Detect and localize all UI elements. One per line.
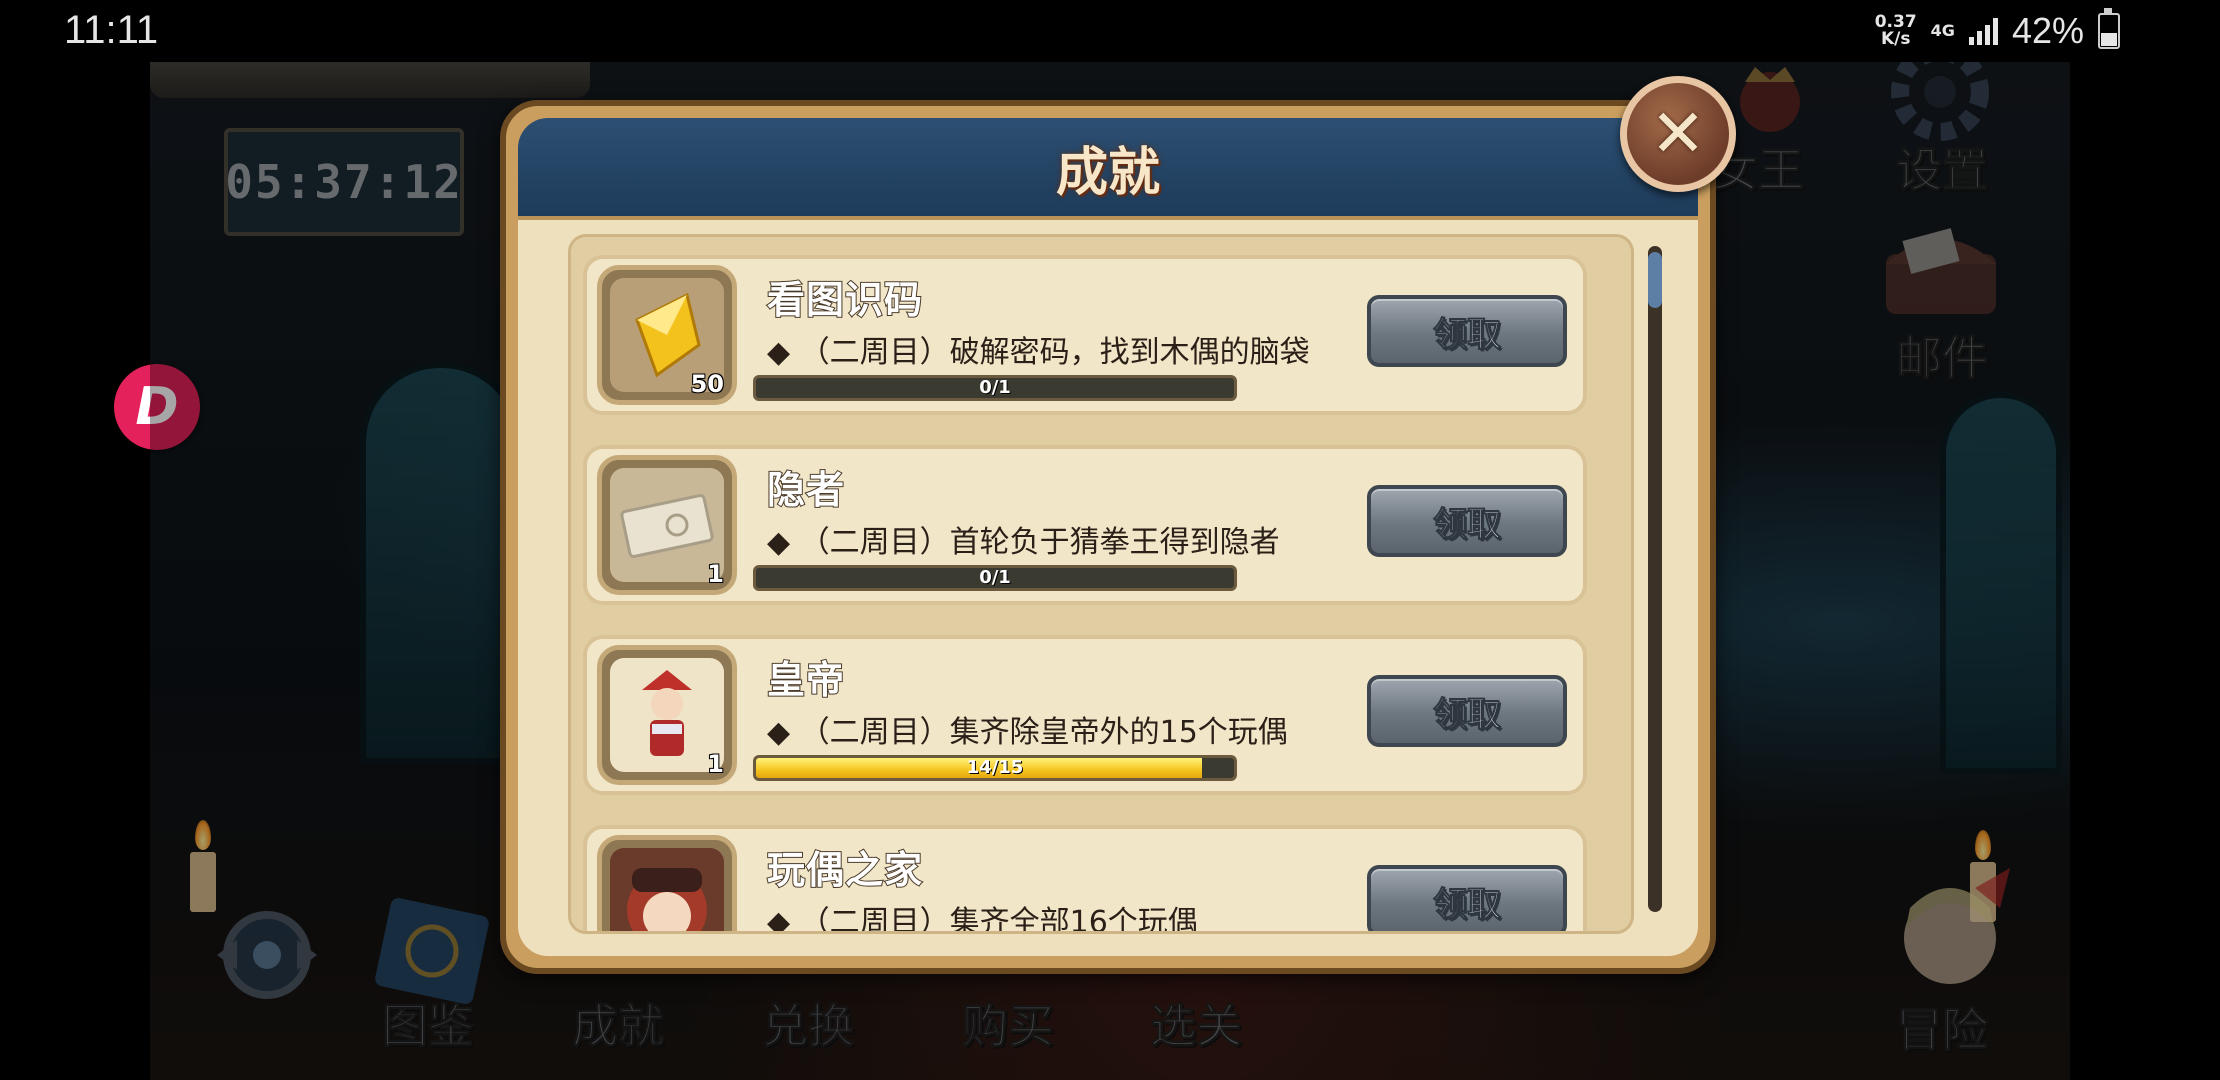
achievements-dialog: 成就 50 看图识码 ◆ （二周目）破解密码，找到木偶的脑袋 0/1 领取 1 … (500, 100, 1716, 974)
claim-button[interactable]: 领取 (1367, 295, 1567, 367)
crystal-icon (635, 292, 701, 378)
network-speed: 0.37 K/s (1874, 12, 1917, 49)
status-indicators: 0.37 K/s 4G 42% (1874, 8, 2120, 52)
achievement-title: 隐者 (766, 467, 846, 513)
reward-slot: 50 (597, 265, 737, 405)
claim-button[interactable]: 领取 (1367, 485, 1567, 557)
claim-button[interactable]: 领取 (1367, 675, 1567, 747)
achievement-item: 玩偶之家 ◆ （二周目）集齐全部16个玩偶 领取 (583, 825, 1587, 934)
reward-count: 1 (707, 560, 724, 588)
reward-count: 50 (690, 370, 724, 398)
emperor-doll-icon (642, 670, 692, 756)
progress-text: 14/15 (966, 757, 1024, 778)
doll-portrait-icon (627, 868, 707, 931)
reward-slot (597, 835, 737, 931)
claim-button[interactable]: 领取 (1367, 865, 1567, 931)
achievement-description: ◆ （二周目）集齐除皇帝外的15个玩偶 (767, 715, 1288, 750)
reward-count: 1 (707, 750, 724, 778)
achievement-list[interactable]: 50 看图识码 ◆ （二周目）破解密码，找到木偶的脑袋 0/1 领取 1 隐者 … (568, 234, 1634, 934)
achievement-item: 1 隐者 ◆ （二周目）首轮负于猜拳王得到隐者 0/1 领取 (583, 445, 1587, 605)
reward-slot: 1 (597, 645, 737, 785)
progress-text: 0/1 (979, 567, 1011, 588)
progress-bar: 0/1 (753, 375, 1237, 401)
achievement-description: ◆ （二周目）破解密码，找到木偶的脑袋 (767, 335, 1310, 370)
scrollbar[interactable] (1648, 246, 1662, 912)
reward-slot: 1 (597, 455, 737, 595)
progress-bar: 14/15 (753, 755, 1237, 781)
battery-percent: 42% (2011, 10, 2084, 51)
scrollbar-thumb[interactable] (1648, 252, 1662, 308)
battery-icon (2098, 8, 2120, 49)
achievement-title: 看图识码 (766, 277, 924, 323)
status-time: 11:11 (64, 8, 159, 52)
close-button[interactable]: ✕ (1620, 76, 1736, 192)
dialog-header: 成就 (518, 118, 1698, 220)
ticket-icon (620, 494, 714, 558)
progress-bar: 0/1 (753, 565, 1237, 591)
achievement-item: 1 皇帝 ◆ （二周目）集齐除皇帝外的15个玩偶 14/15 领取 (583, 635, 1587, 795)
network-type: 4G (1930, 21, 1955, 40)
dialog-title: 成就 (1055, 142, 1160, 203)
progress-text: 0/1 (979, 377, 1011, 398)
close-icon: ✕ (1650, 95, 1706, 172)
achievement-description: ◆ （二周目）集齐全部16个玩偶 (767, 905, 1198, 934)
achievement-description: ◆ （二周目）首轮负于猜拳王得到隐者 (767, 525, 1280, 560)
dialog-body: 50 看图识码 ◆ （二周目）破解密码，找到木偶的脑袋 0/1 领取 1 隐者 … (518, 220, 1698, 956)
signal-icon (1968, 17, 1998, 45)
status-bar: 11:11 0.37 K/s 4G 42% (0, 0, 2220, 62)
achievement-title: 玩偶之家 (766, 847, 924, 893)
achievement-title: 皇帝 (766, 657, 846, 703)
achievement-item: 50 看图识码 ◆ （二周目）破解密码，找到木偶的脑袋 0/1 领取 (583, 255, 1587, 415)
